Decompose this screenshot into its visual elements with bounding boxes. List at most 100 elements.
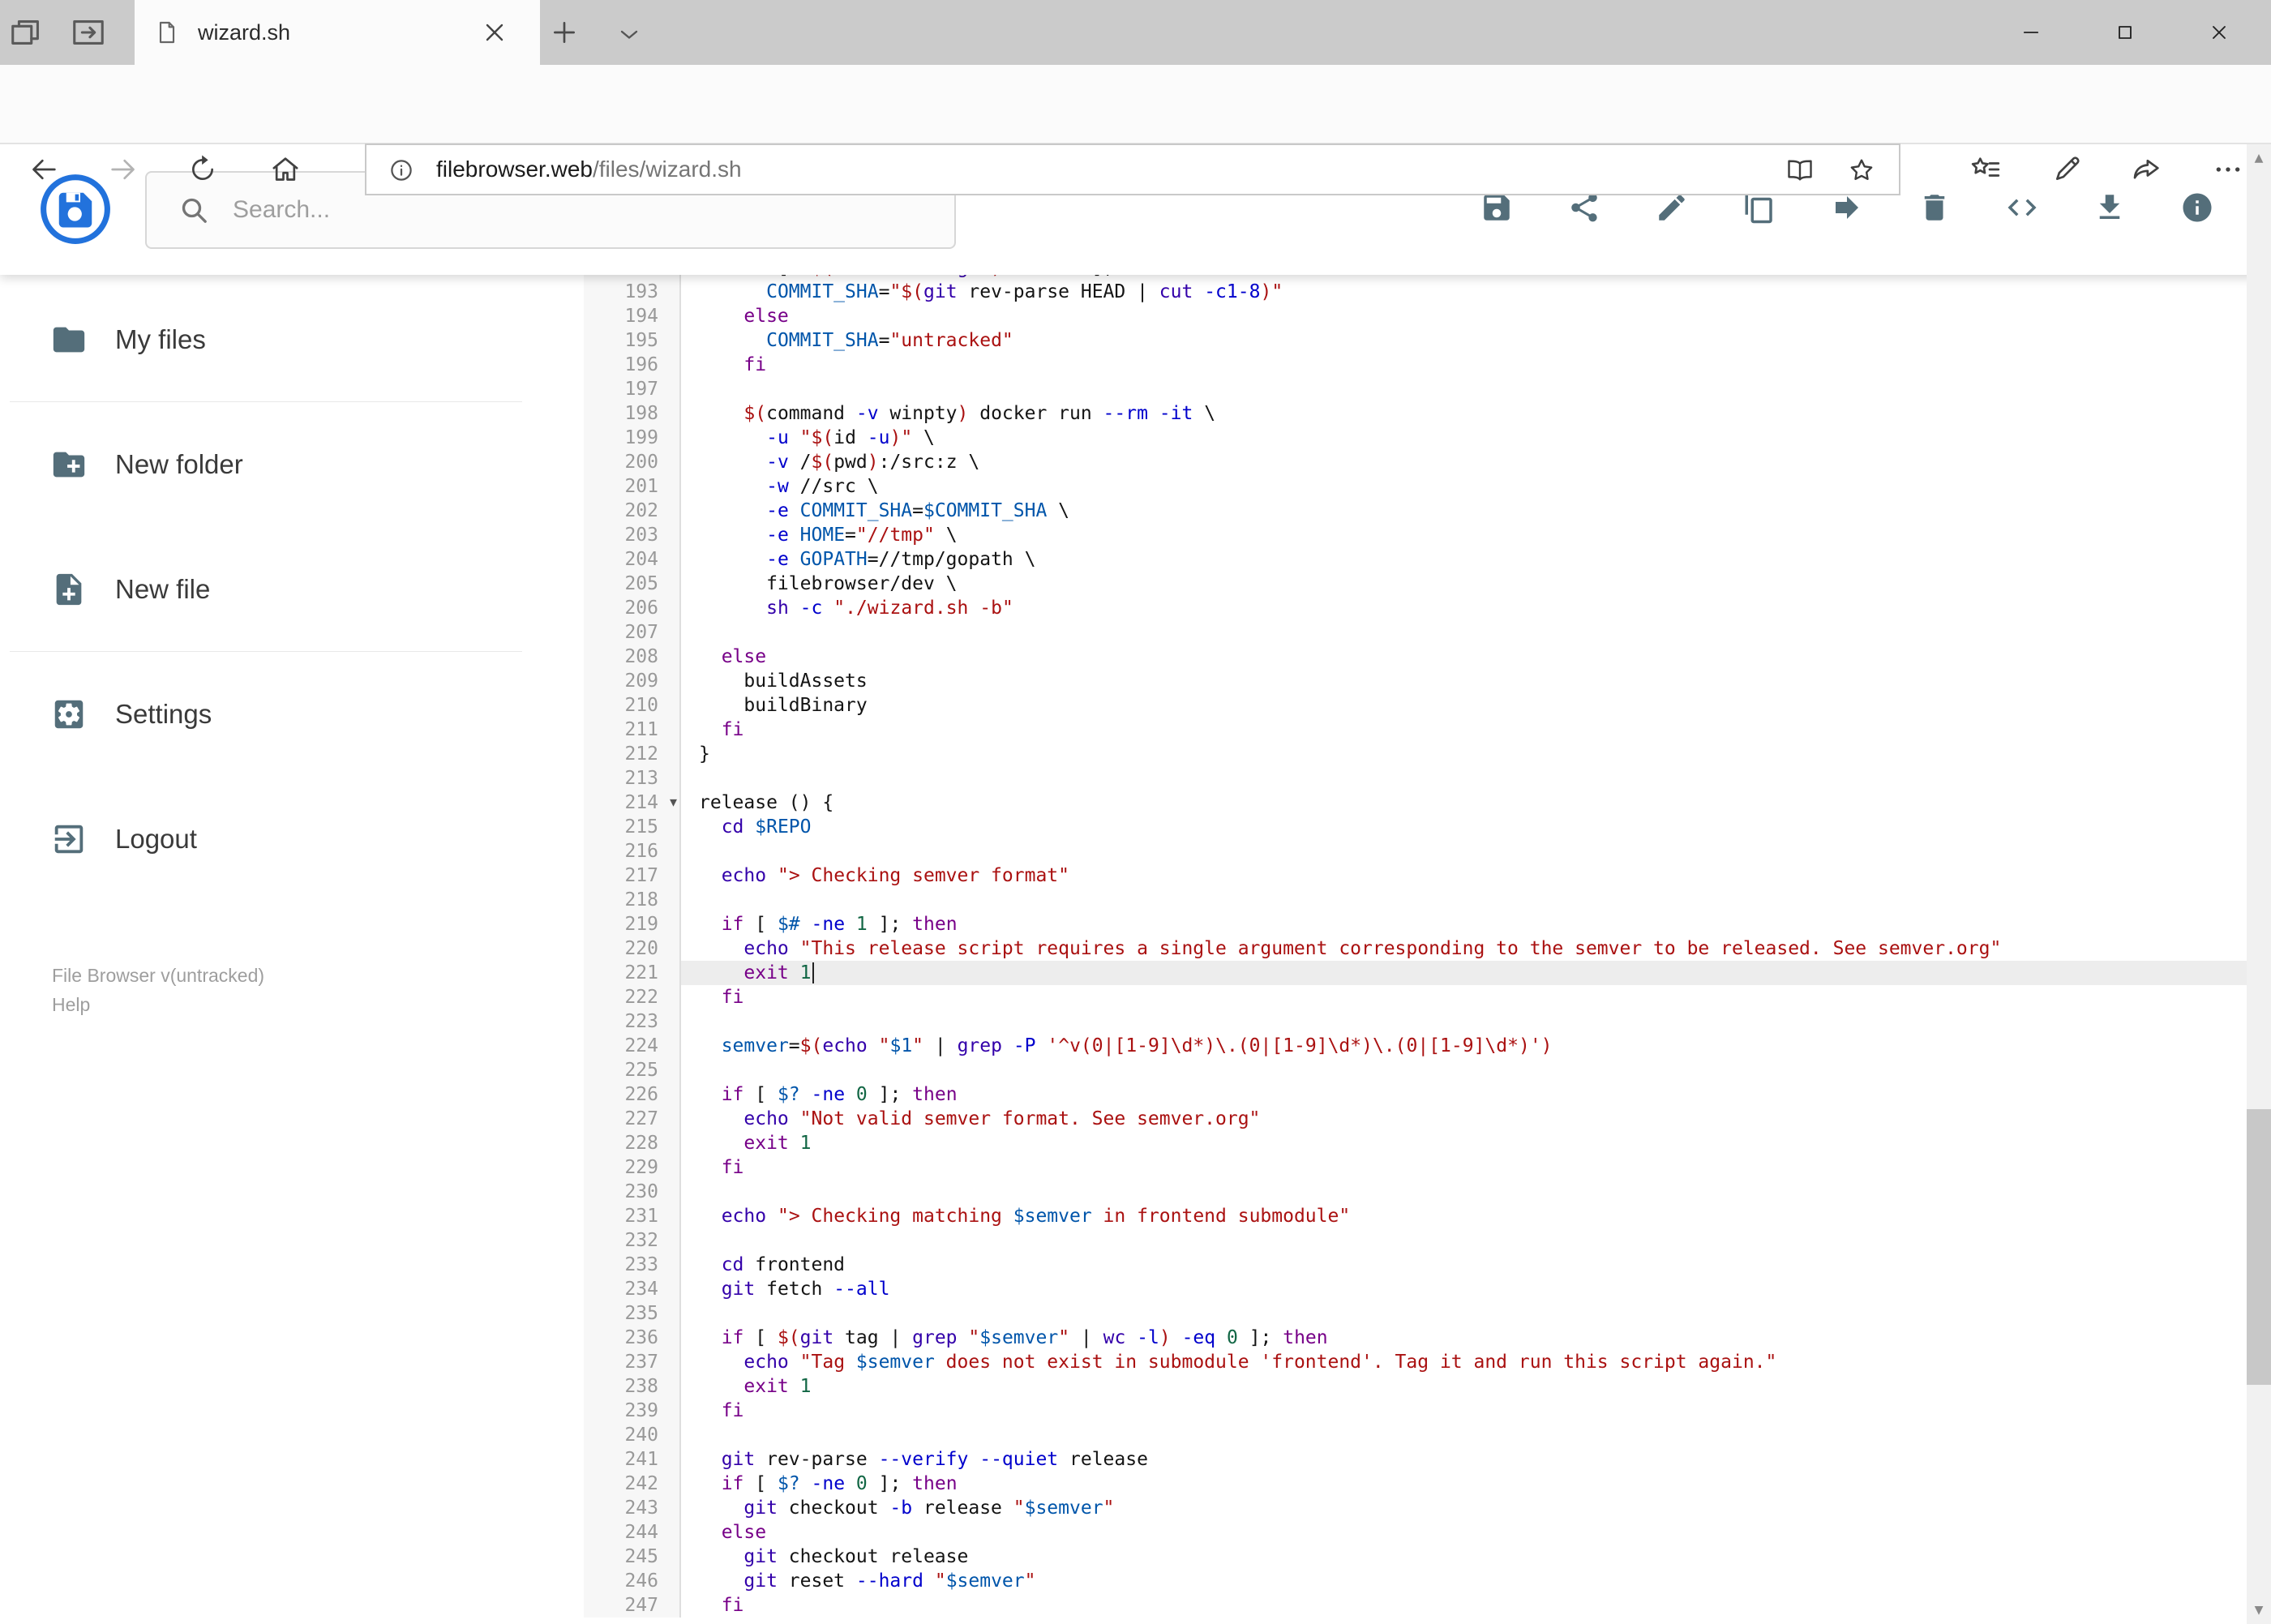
code-line[interactable]: 235 [584,1301,2247,1326]
code-line[interactable]: 193 COMMIT_SHA="$(git rev-parse HEAD | c… [584,280,2247,304]
code-line[interactable]: 246 git reset --hard "$semver" [584,1569,2247,1593]
browser-tab[interactable]: wizard.sh [135,0,540,65]
set-tabs-aside-button[interactable] [8,14,45,51]
annotate-button[interactable] [2050,153,2083,186]
code-line[interactable]: 219 if [ $# -ne 1 ]; then [584,912,2247,936]
info-button[interactable] [2180,191,2214,229]
code-line[interactable]: 247 fi [584,1593,2247,1618]
code-line[interactable]: 208 else [584,645,2247,669]
sidebar-item-my-files[interactable]: My files [0,292,584,388]
sidebar-item-new-folder[interactable]: New folder [0,417,584,512]
code-line[interactable]: 218 [584,888,2247,912]
sidebar-item-settings[interactable]: Settings [0,666,584,762]
move-button[interactable] [1830,191,1864,229]
maximize-button[interactable] [2090,0,2160,65]
code-line[interactable]: 233 cd frontend [584,1253,2247,1277]
code-line[interactable]: 238 exit 1 [584,1374,2247,1399]
rename-button[interactable] [1655,191,1689,229]
tabs-set-aside-button[interactable] [70,14,107,51]
code-line[interactable]: 217 echo "> Checking semver format" [584,863,2247,888]
site-info-icon[interactable] [388,156,415,184]
code-line[interactable]: 204 -e GOPATH=//tmp/gopath \ [584,547,2247,572]
code-line[interactable]: 207 [584,620,2247,645]
code-line[interactable]: 222 fi [584,985,2247,1009]
code-line[interactable]: 195 COMMIT_SHA="untracked" [584,328,2247,353]
code-line[interactable]: 227 echo "Not valid semver format. See s… [584,1107,2247,1131]
share-page-button[interactable] [2131,153,2163,186]
code-line[interactable]: 214 ▾ release () { [584,791,2247,815]
code-line[interactable]: 230 [584,1180,2247,1204]
close-window-button[interactable] [2184,0,2254,65]
code-line[interactable]: 232 [584,1228,2247,1253]
save-button[interactable] [1480,191,1514,229]
code-line[interactable]: 209 buildAssets [584,669,2247,693]
fold-arrow-icon[interactable]: ▾ [670,791,677,815]
code-line[interactable]: 240 [584,1423,2247,1447]
code-line[interactable]: 226 if [ $? -ne 0 ]; then [584,1082,2247,1107]
code-line[interactable]: 228 exit 1 [584,1131,2247,1155]
raw-view-button[interactable] [2005,191,2039,229]
delete-button[interactable] [1917,191,1952,229]
code-line[interactable]: 194 else [584,304,2247,328]
download-button[interactable] [2093,191,2127,229]
code-line[interactable]: 216 [584,839,2247,863]
scroll-up-button[interactable]: ▲ [2247,144,2271,172]
code-line[interactable]: 197 [584,377,2247,401]
refresh-button[interactable] [186,153,219,186]
scroll-down-button[interactable]: ▼ [2247,1596,2271,1624]
sidebar-item-new-file[interactable]: New file [0,542,584,637]
home-button[interactable] [269,153,302,186]
line-number: 239 [584,1399,681,1423]
code-line[interactable]: 241 git rev-parse --verify --quiet relea… [584,1447,2247,1472]
code-editor[interactable]: 192 if [ "$(command -v git)" != "" ]; th… [584,275,2247,1624]
tab-close-button[interactable] [480,18,509,47]
scrollbar-thumb[interactable] [2247,1109,2271,1385]
code-line[interactable]: 215 cd $REPO [584,815,2247,839]
code-line[interactable]: 210 buildBinary [584,693,2247,718]
help-link[interactable]: Help [52,990,264,1019]
more-button[interactable] [2212,153,2244,186]
code-line[interactable]: 220 echo "This release script requires a… [584,936,2247,961]
code-line[interactable]: 236 if [ $(git tag | grep "$semver" | wc… [584,1326,2247,1350]
code-line[interactable]: 242 if [ $? -ne 0 ]; then [584,1472,2247,1496]
favorite-star-icon[interactable] [1847,156,1876,185]
code-line[interactable]: 212} [584,742,2247,766]
code-line[interactable]: 213 [584,766,2247,791]
tab-preview-toggle[interactable] [615,19,644,49]
code-line[interactable]: 199 -u "$(id -u)" \ [584,426,2247,450]
code-line[interactable]: 223 [584,1009,2247,1034]
code-line[interactable]: 196 fi [584,353,2247,377]
code-line[interactable]: 245 git checkout release [584,1545,2247,1569]
code-line[interactable]: 237 echo "Tag $semver does not exist in … [584,1350,2247,1374]
code-line[interactable]: 221 exit 1 [584,961,2247,985]
address-bar[interactable]: filebrowser.web/files/wizard.sh [365,144,1900,195]
code-line[interactable]: 243 git checkout -b release "$semver" [584,1496,2247,1520]
reading-view-icon[interactable] [1785,156,1815,185]
maximize-icon [2114,21,2136,44]
code-line[interactable]: 198 $(command -v winpty) docker run --rm… [584,401,2247,426]
forward-button[interactable] [107,153,139,186]
code-line[interactable]: 225 [584,1058,2247,1082]
page-scrollbar[interactable]: ▲ ▼ [2247,144,2271,1624]
back-button[interactable] [28,153,60,186]
sidebar-item-logout[interactable]: Logout [0,791,584,887]
minimize-button[interactable] [1996,0,2066,65]
code-line[interactable]: 234 git fetch --all [584,1277,2247,1301]
code-line[interactable]: 202 -e COMMIT_SHA=$COMMIT_SHA \ [584,499,2247,523]
code-line[interactable]: 211 fi [584,718,2247,742]
code-line[interactable]: 239 fi [584,1399,2247,1423]
code-line[interactable]: 205 filebrowser/dev \ [584,572,2247,596]
code-line[interactable]: 203 -e HOME="//tmp" \ [584,523,2247,547]
code-line[interactable]: 244 else [584,1520,2247,1545]
code-line[interactable]: 200 -v /$(pwd):/src:z \ [584,450,2247,474]
share-button[interactable] [1567,191,1601,229]
code-line[interactable]: 231 echo "> Checking matching $semver in… [584,1204,2247,1228]
copy-button[interactable] [1742,191,1776,229]
share-edge-icon [2131,153,2163,186]
hub-button[interactable] [1969,153,2002,186]
code-line[interactable]: 201 -w //src \ [584,474,2247,499]
code-line[interactable]: 224 semver=$(echo "$1" | grep -P '^v(0|[… [584,1034,2247,1058]
code-line[interactable]: 229 fi [584,1155,2247,1180]
new-tab-button[interactable] [548,16,581,49]
code-line[interactable]: 206 sh -c "./wizard.sh -b" [584,596,2247,620]
